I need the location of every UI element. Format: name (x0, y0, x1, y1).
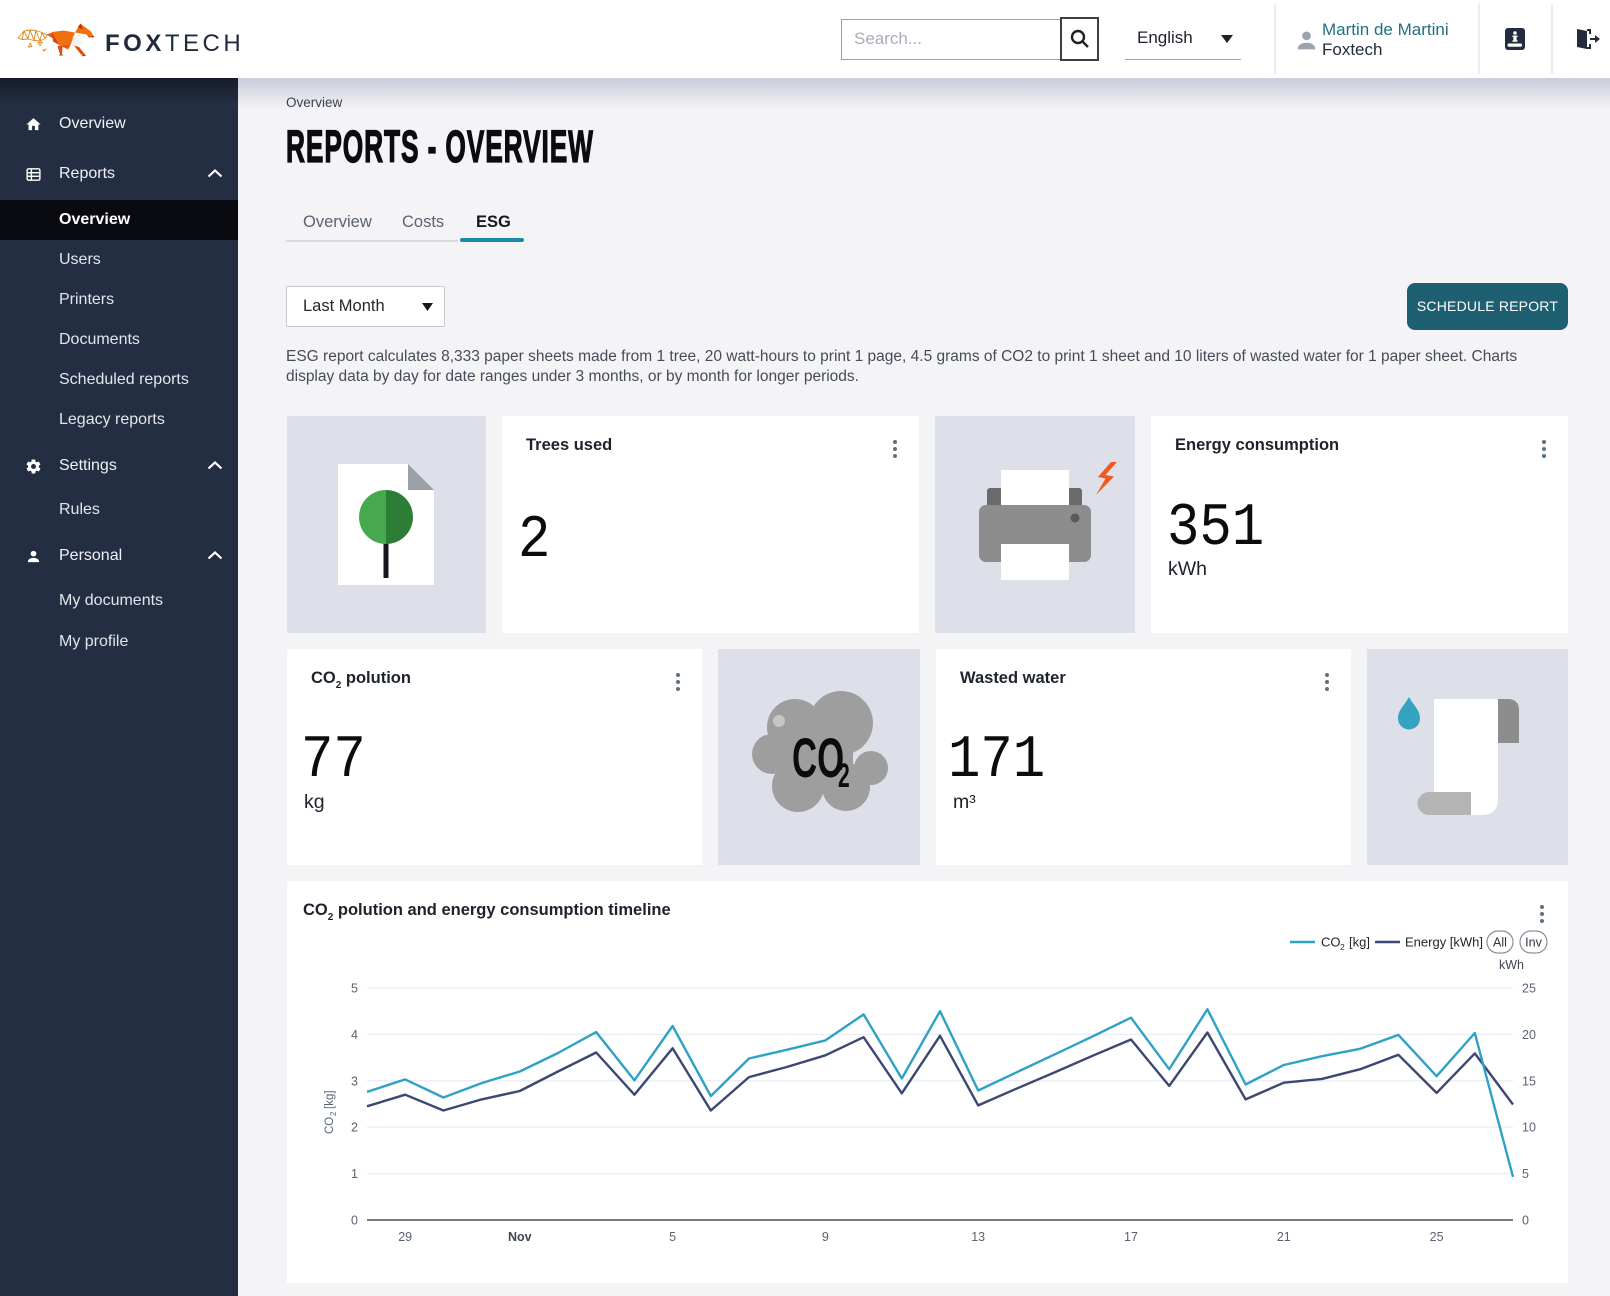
svg-text:17: 17 (1124, 1230, 1138, 1244)
svg-text:0: 0 (351, 1214, 358, 1228)
svg-text:[kg]: [kg] (1349, 935, 1370, 950)
svg-text:kWh: kWh (1499, 958, 1524, 972)
svg-text:Inv: Inv (1525, 936, 1542, 950)
svg-text:15: 15 (1522, 1074, 1536, 1088)
svg-text:9: 9 (822, 1230, 829, 1244)
svg-text:10: 10 (1522, 1121, 1536, 1135)
svg-text:0: 0 (1522, 1214, 1529, 1228)
svg-text:[kg]: [kg] (324, 1090, 336, 1109)
svg-text:1: 1 (351, 1167, 358, 1181)
svg-text:2: 2 (329, 1111, 338, 1116)
svg-text:5: 5 (669, 1230, 676, 1244)
svg-text:25: 25 (1430, 1230, 1444, 1244)
svg-text:3: 3 (351, 1074, 358, 1088)
svg-text:25: 25 (1522, 982, 1536, 996)
svg-text:2: 2 (1340, 942, 1345, 952)
svg-text:All: All (1493, 936, 1507, 950)
svg-text:13: 13 (971, 1230, 985, 1244)
svg-text:21: 21 (1277, 1230, 1291, 1244)
svg-text:5: 5 (1522, 1167, 1529, 1181)
svg-text:Energy [kWh]: Energy [kWh] (1405, 935, 1483, 950)
svg-text:Nov: Nov (508, 1230, 532, 1244)
svg-text:2: 2 (351, 1121, 358, 1135)
svg-text:5: 5 (351, 982, 358, 996)
svg-text:4: 4 (351, 1028, 358, 1042)
svg-text:CO: CO (324, 1117, 336, 1134)
svg-text:29: 29 (398, 1230, 412, 1244)
svg-text:CO: CO (1321, 935, 1341, 950)
svg-text:20: 20 (1522, 1028, 1536, 1042)
